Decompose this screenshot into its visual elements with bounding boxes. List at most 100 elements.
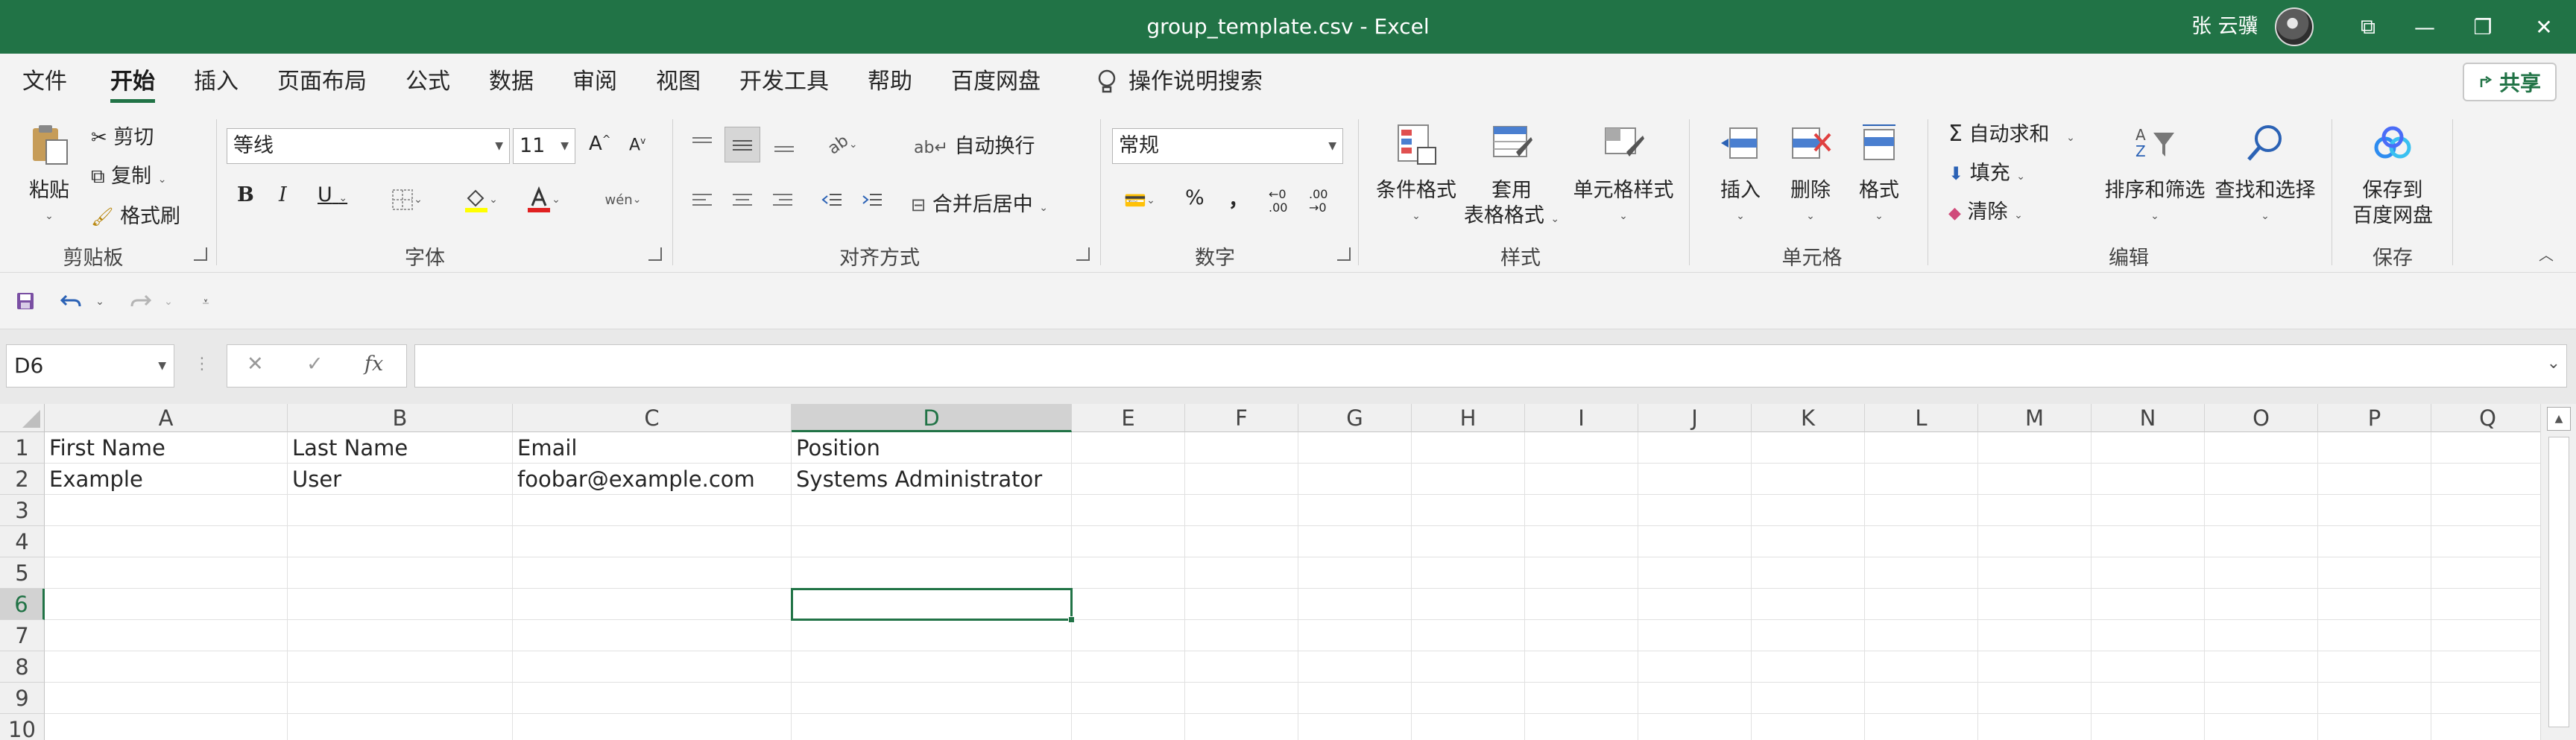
tab-insert[interactable]: 插入 xyxy=(194,67,239,100)
cell-l6[interactable] xyxy=(1865,589,1978,620)
cell-e8[interactable] xyxy=(1072,651,1185,683)
cell-h3[interactable] xyxy=(1412,495,1525,526)
find-select-button[interactable]: 查找和选择 ⌄ xyxy=(2211,122,2320,229)
cell-q2[interactable] xyxy=(2431,464,2545,495)
cell-j3[interactable] xyxy=(1638,495,1752,526)
name-box[interactable]: D6 ▼ xyxy=(6,344,174,388)
increase-decimal-button[interactable]: ←0 .00 xyxy=(1269,188,1298,215)
cell-m6[interactable] xyxy=(1978,589,2092,620)
align-bottom-button[interactable] xyxy=(768,128,801,161)
decrease-decimal-button[interactable]: .00 →0 xyxy=(1309,188,1342,215)
tab-data[interactable]: 数据 xyxy=(489,67,534,100)
insert-cells-button[interactable]: 插入 ⌄ xyxy=(1708,122,1772,229)
cell-f9[interactable] xyxy=(1185,683,1298,714)
cell-e3[interactable] xyxy=(1072,495,1185,526)
close-button[interactable]: ✕ xyxy=(2504,0,2576,54)
cell-d2[interactable]: Systems Administrator xyxy=(792,464,1072,495)
cell-l4[interactable] xyxy=(1865,526,1978,557)
column-header-f[interactable]: F xyxy=(1185,404,1298,432)
cell-o2[interactable] xyxy=(2205,464,2318,495)
cell-o7[interactable] xyxy=(2205,620,2318,651)
redo-dropdown-button[interactable]: ⌄ xyxy=(161,291,176,313)
format-as-table-button[interactable]: 套用 表格格式 ⌄ xyxy=(1461,122,1562,232)
cell-d7[interactable] xyxy=(792,620,1072,651)
row-header-9[interactable]: 9 xyxy=(0,683,45,714)
formula-input[interactable]: ⌄ xyxy=(414,344,2567,388)
cell-o3[interactable] xyxy=(2205,495,2318,526)
row-header-3[interactable]: 3 xyxy=(0,495,45,526)
column-header-d[interactable]: D xyxy=(792,404,1072,432)
tab-page-layout[interactable]: 页面布局 xyxy=(277,67,367,100)
cell-k10[interactable] xyxy=(1752,714,1865,740)
cell-i8[interactable] xyxy=(1525,651,1638,683)
column-header-n[interactable]: N xyxy=(2092,404,2205,432)
cell-c10[interactable] xyxy=(513,714,792,740)
row-header-1[interactable]: 1 xyxy=(0,432,45,464)
cell-n4[interactable] xyxy=(2092,526,2205,557)
cell-p8[interactable] xyxy=(2318,651,2431,683)
cell-m3[interactable] xyxy=(1978,495,2092,526)
cell-i10[interactable] xyxy=(1525,714,1638,740)
cut-button[interactable]: ✂ 剪切 xyxy=(91,121,154,150)
cell-q10[interactable] xyxy=(2431,714,2545,740)
cell-m1[interactable] xyxy=(1978,432,2092,464)
cell-n7[interactable] xyxy=(2092,620,2205,651)
row-header-4[interactable]: 4 xyxy=(0,526,45,557)
cell-e10[interactable] xyxy=(1072,714,1185,740)
cell-h9[interactable] xyxy=(1412,683,1525,714)
insert-function-button[interactable]: fx xyxy=(364,352,383,376)
cell-c3[interactable] xyxy=(513,495,792,526)
tab-review[interactable]: 审阅 xyxy=(572,67,617,100)
cell-g4[interactable] xyxy=(1298,526,1412,557)
cell-k4[interactable] xyxy=(1752,526,1865,557)
cell-o9[interactable] xyxy=(2205,683,2318,714)
cell-c8[interactable] xyxy=(513,651,792,683)
cell-h2[interactable] xyxy=(1412,464,1525,495)
cell-a7[interactable] xyxy=(45,620,288,651)
cell-o5[interactable] xyxy=(2205,557,2318,589)
cell-q5[interactable] xyxy=(2431,557,2545,589)
cell-k6[interactable] xyxy=(1752,589,1865,620)
share-button[interactable]: 共享 xyxy=(2463,63,2557,101)
cell-l1[interactable] xyxy=(1865,432,1978,464)
column-header-p[interactable]: P xyxy=(2318,404,2431,432)
cell-p5[interactable] xyxy=(2318,557,2431,589)
bold-button[interactable]: B xyxy=(237,183,254,206)
cell-q6[interactable] xyxy=(2431,589,2545,620)
cell-l7[interactable] xyxy=(1865,620,1978,651)
cell-i7[interactable] xyxy=(1525,620,1638,651)
cell-f7[interactable] xyxy=(1185,620,1298,651)
cell-m2[interactable] xyxy=(1978,464,2092,495)
percent-style-button[interactable]: % xyxy=(1185,186,1205,209)
cell-j5[interactable] xyxy=(1638,557,1752,589)
cell-e6[interactable] xyxy=(1072,589,1185,620)
cell-j9[interactable] xyxy=(1638,683,1752,714)
cell-d8[interactable] xyxy=(792,651,1072,683)
paste-button[interactable]: 粘贴 ⌄ xyxy=(15,122,83,229)
cell-l2[interactable] xyxy=(1865,464,1978,495)
align-center-button[interactable] xyxy=(726,186,759,216)
accounting-format-button[interactable]: 💳 ⌄ xyxy=(1114,185,1166,216)
cell-n9[interactable] xyxy=(2092,683,2205,714)
cell-o10[interactable] xyxy=(2205,714,2318,740)
row-header-2[interactable]: 2 xyxy=(0,464,45,495)
decrease-indent-button[interactable] xyxy=(815,186,848,216)
cell-n5[interactable] xyxy=(2092,557,2205,589)
undo-dropdown-button[interactable]: ⌄ xyxy=(92,291,107,313)
cell-b7[interactable] xyxy=(288,620,513,651)
cell-b1[interactable]: Last Name xyxy=(288,432,513,464)
clear-button[interactable]: ◆ 清除 ⌄ xyxy=(1948,195,2023,224)
vertical-scrollbar[interactable]: ▲ xyxy=(2540,404,2576,740)
tab-baidu-netdisk[interactable]: 百度网盘 xyxy=(951,67,1041,100)
cell-c1[interactable]: Email xyxy=(513,432,792,464)
collapse-ribbon-button[interactable]: ︿ xyxy=(2539,243,2554,265)
font-color-button[interactable]: ⌄ xyxy=(517,185,569,215)
tab-view[interactable]: 视图 xyxy=(656,67,701,100)
cell-b8[interactable] xyxy=(288,651,513,683)
cell-n2[interactable] xyxy=(2092,464,2205,495)
sort-filter-button[interactable]: AZ 排序和筛选 ⌄ xyxy=(2100,122,2209,229)
comma-style-button[interactable]: ， xyxy=(1228,183,1248,212)
cell-o4[interactable] xyxy=(2205,526,2318,557)
delete-cells-button[interactable]: 删除 ⌄ xyxy=(1778,122,1843,229)
cell-g3[interactable] xyxy=(1298,495,1412,526)
